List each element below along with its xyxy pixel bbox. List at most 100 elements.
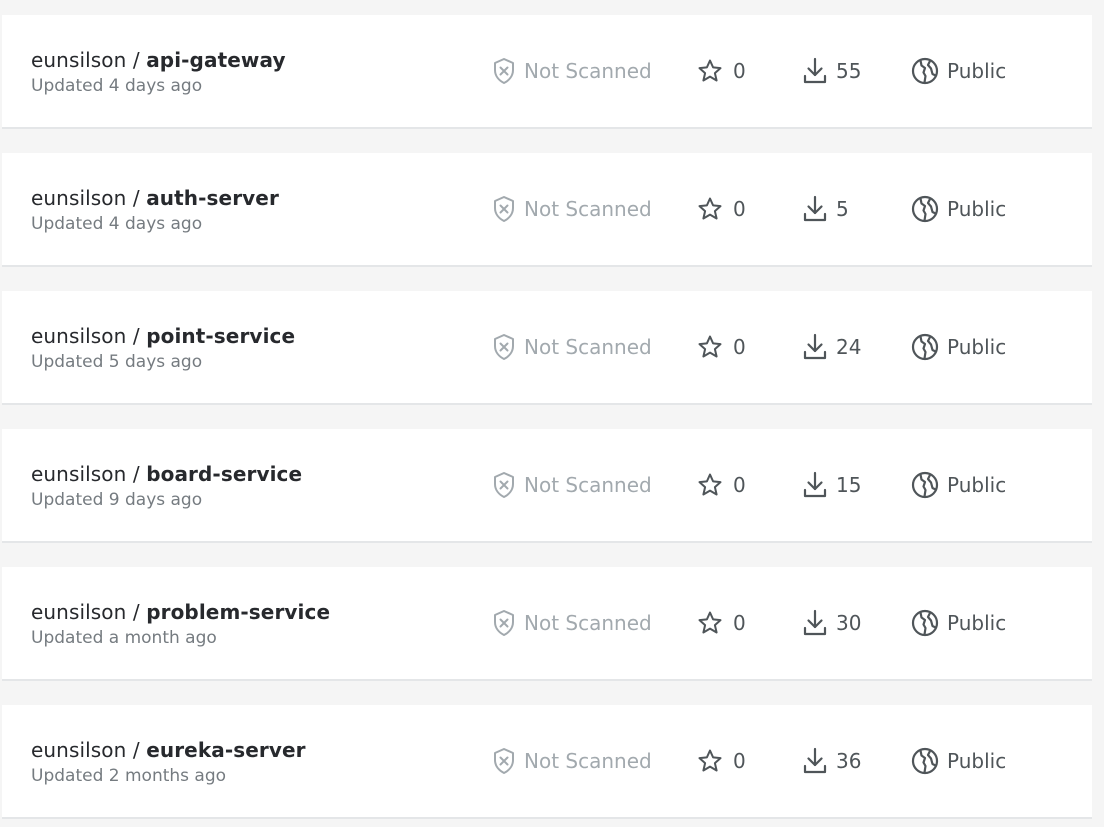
repository-full-name[interactable]: eunsilson / board-service	[31, 462, 302, 486]
visibility-badge: Public	[911, 747, 1006, 775]
download-icon	[802, 471, 828, 499]
repository-name: problem-service	[146, 600, 331, 624]
star-count: 0	[697, 471, 746, 499]
last-updated: Updated 4 days ago	[31, 214, 203, 234]
star-count: 0	[697, 195, 746, 223]
star-icon	[697, 58, 723, 84]
pull-count: 30	[802, 609, 861, 637]
repository-full-name[interactable]: eunsilson / auth-server	[31, 186, 279, 210]
star-count-value: 0	[733, 197, 746, 221]
repository-card[interactable]: eunsilson / point-service Updated 5 days…	[2, 291, 1092, 405]
scan-status-label: Not Scanned	[524, 59, 652, 83]
pull-count-value: 36	[836, 749, 862, 773]
download-icon	[802, 57, 828, 85]
visibility-label: Public	[947, 473, 1007, 497]
scan-status-label: Not Scanned	[524, 749, 652, 773]
last-updated: Updated 5 days ago	[31, 352, 203, 372]
scan-status: Not Scanned	[492, 333, 652, 361]
visibility-badge: Public	[911, 195, 1006, 223]
last-updated: Updated a month ago	[31, 628, 217, 648]
repository-card[interactable]: eunsilson / board-service Updated 9 days…	[2, 429, 1092, 543]
star-icon	[697, 748, 723, 774]
globe-icon	[911, 747, 939, 775]
star-count-value: 0	[733, 335, 746, 359]
download-icon	[802, 195, 828, 223]
star-count: 0	[697, 333, 746, 361]
scan-status-label: Not Scanned	[524, 473, 652, 497]
visibility-label: Public	[947, 335, 1007, 359]
repository-name: api-gateway	[146, 48, 286, 72]
star-icon	[697, 610, 723, 636]
scan-status-label: Not Scanned	[524, 611, 652, 635]
star-count-value: 0	[733, 473, 746, 497]
star-icon	[697, 334, 723, 360]
scan-status: Not Scanned	[492, 747, 652, 775]
scan-status: Not Scanned	[492, 609, 652, 637]
download-icon	[802, 747, 828, 775]
star-count: 0	[697, 609, 746, 637]
repository-namespace: eunsilson	[31, 48, 127, 72]
pull-count: 36	[802, 747, 861, 775]
visibility-badge: Public	[911, 609, 1006, 637]
repository-name: point-service	[146, 324, 296, 348]
repository-namespace: eunsilson	[31, 600, 127, 624]
visibility-label: Public	[947, 59, 1007, 83]
scan-status: Not Scanned	[492, 471, 652, 499]
globe-icon	[911, 195, 939, 223]
pull-count-value: 55	[836, 59, 862, 83]
repository-list: eunsilson / api-gateway Updated 4 days a…	[0, 0, 1104, 827]
shield-x-icon	[492, 471, 516, 499]
shield-x-icon	[492, 333, 516, 361]
shield-x-icon	[492, 747, 516, 775]
globe-icon	[911, 471, 939, 499]
pull-count: 5	[802, 195, 849, 223]
visibility-label: Public	[947, 197, 1007, 221]
pull-count-value: 15	[836, 473, 862, 497]
last-updated: Updated 2 months ago	[31, 766, 227, 786]
visibility-label: Public	[947, 611, 1007, 635]
repository-name: auth-server	[146, 186, 279, 210]
last-updated: Updated 4 days ago	[31, 76, 203, 96]
repository-namespace: eunsilson	[31, 738, 127, 762]
scan-status-label: Not Scanned	[524, 335, 652, 359]
star-count: 0	[697, 747, 746, 775]
scan-status: Not Scanned	[492, 57, 652, 85]
star-count-value: 0	[733, 749, 746, 773]
repository-full-name[interactable]: eunsilson / api-gateway	[31, 48, 286, 72]
repository-card[interactable]: eunsilson / problem-service Updated a mo…	[2, 567, 1092, 681]
download-icon	[802, 609, 828, 637]
star-icon	[697, 472, 723, 498]
name-separator: /	[126, 462, 147, 486]
repository-name: board-service	[146, 462, 303, 486]
shield-x-icon	[492, 609, 516, 637]
shield-x-icon	[492, 195, 516, 223]
star-icon	[697, 196, 723, 222]
name-separator: /	[126, 186, 147, 210]
pull-count: 15	[802, 471, 861, 499]
pull-count-value: 24	[836, 335, 862, 359]
repository-full-name[interactable]: eunsilson / eureka-server	[31, 738, 306, 762]
scan-status-label: Not Scanned	[524, 197, 652, 221]
pull-count-value: 5	[836, 197, 849, 221]
name-separator: /	[126, 48, 147, 72]
repository-namespace: eunsilson	[31, 462, 127, 486]
visibility-badge: Public	[911, 471, 1006, 499]
repository-card[interactable]: eunsilson / eureka-server Updated 2 mont…	[2, 705, 1092, 819]
repository-full-name[interactable]: eunsilson / point-service	[31, 324, 295, 348]
visibility-badge: Public	[911, 333, 1006, 361]
globe-icon	[911, 333, 939, 361]
pull-count: 55	[802, 57, 861, 85]
repository-namespace: eunsilson	[31, 324, 127, 348]
repository-full-name[interactable]: eunsilson / problem-service	[31, 600, 330, 624]
repository-card[interactable]: eunsilson / auth-server Updated 4 days a…	[2, 153, 1092, 267]
name-separator: /	[126, 600, 147, 624]
name-separator: /	[126, 738, 147, 762]
pull-count-value: 30	[836, 611, 862, 635]
visibility-label: Public	[947, 749, 1007, 773]
star-count-value: 0	[733, 59, 746, 83]
globe-icon	[911, 57, 939, 85]
repository-namespace: eunsilson	[31, 186, 127, 210]
repository-card[interactable]: eunsilson / api-gateway Updated 4 days a…	[2, 15, 1092, 129]
star-count-value: 0	[733, 611, 746, 635]
star-count: 0	[697, 57, 746, 85]
